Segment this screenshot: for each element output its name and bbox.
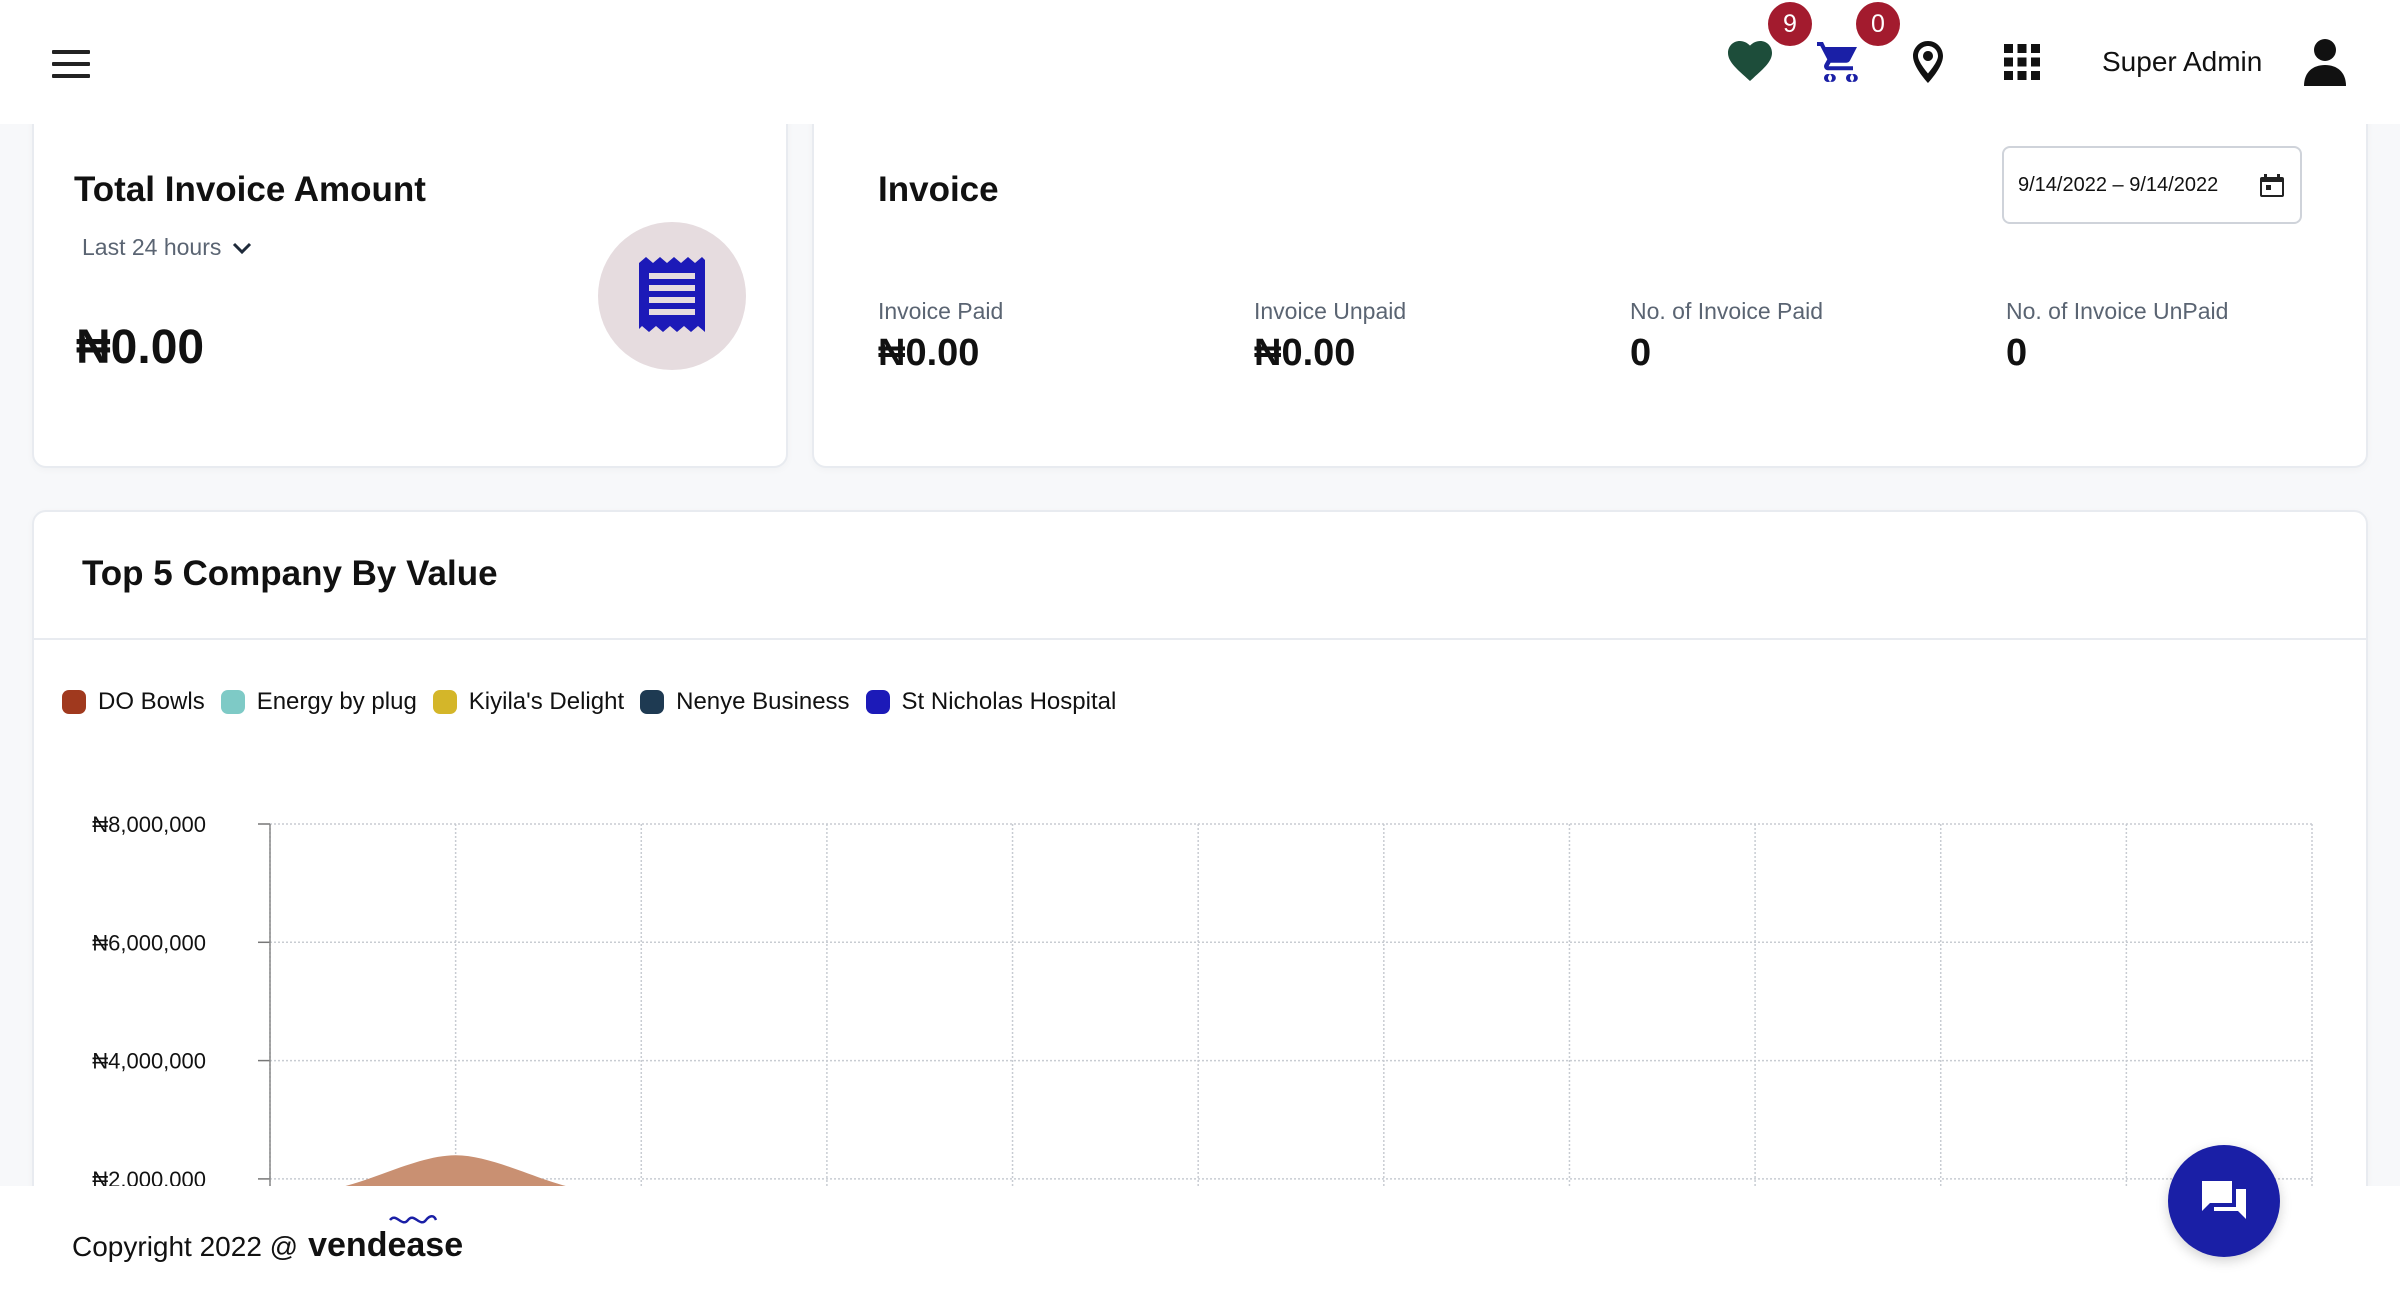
chart-legend: DO Bowls Energy by plug Kiyila's Delight… xyxy=(62,688,1116,716)
legend-swatch xyxy=(62,690,86,714)
legend-label: Nenye Business xyxy=(676,688,850,715)
user-avatar-icon[interactable] xyxy=(2300,36,2350,88)
legend-item-nenye-business[interactable]: Nenye Business xyxy=(640,688,850,716)
divider xyxy=(34,638,2366,640)
footer: Copyright 2022 @ vendease xyxy=(0,1186,2400,1298)
cart-count-badge: 0 xyxy=(1856,2,1900,46)
legend-swatch xyxy=(865,690,890,714)
brand-mark-icon xyxy=(389,1215,438,1224)
brand-name: vendease xyxy=(308,1226,464,1264)
y-tick-label: ₦6,000,000 xyxy=(92,930,206,955)
legend-item-do-bowls[interactable]: DO Bowls xyxy=(62,688,205,716)
stat-label-invoice-paid: Invoice Paid xyxy=(878,298,1004,324)
calendar-icon[interactable] xyxy=(2258,171,2286,199)
heart-icon[interactable] xyxy=(1726,38,1774,86)
hamburger-menu-icon[interactable] xyxy=(52,50,90,78)
map-pin-icon[interactable] xyxy=(1904,38,1952,86)
legend-label: DO Bowls xyxy=(98,688,205,715)
stat-value-invoice-unpaid: ₦0.00 xyxy=(1254,332,1356,374)
top-navbar: 9 0 Super Admin xyxy=(0,0,2400,124)
invoice-card: Invoice 9/14/2022 – 9/14/2022 Invoice Pa… xyxy=(812,90,2368,468)
date-range-value: 9/14/2022 – 9/14/2022 xyxy=(2018,173,2219,196)
area-series-peak xyxy=(325,1155,586,1190)
legend-label: St Nicholas Hospital xyxy=(901,688,1117,715)
stat-value-invoice-unpaid-count: 0 xyxy=(2006,332,2028,374)
legend-item-energy-by-plug[interactable]: Energy by plug xyxy=(220,688,417,716)
chevron-down-icon xyxy=(233,242,252,254)
legend-item-kiyilas-delight[interactable]: Kiyila's Delight xyxy=(432,688,625,716)
legend-swatch xyxy=(640,690,665,714)
stat-label-invoice-unpaid-count: No. of Invoice UnPaid xyxy=(2006,298,2229,324)
receipt-icon-circle xyxy=(598,222,746,370)
grid-apps-icon[interactable] xyxy=(1998,38,2046,86)
copyright-text: Copyright 2022 @ xyxy=(72,1231,299,1262)
brand-logo: vendease xyxy=(308,1215,464,1265)
chat-button[interactable] xyxy=(2168,1145,2280,1257)
stat-label-invoice-paid-count: No. of Invoice Paid xyxy=(1630,298,1824,324)
total-invoice-amount: ₦0.00 xyxy=(76,321,205,374)
stat-label-invoice-unpaid: Invoice Unpaid xyxy=(1254,298,1407,324)
y-tick-label: ₦8,000,000 xyxy=(92,812,206,837)
date-range-picker[interactable]: 9/14/2022 – 9/14/2022 xyxy=(2002,146,2302,224)
wishlist-count-badge: 9 xyxy=(1768,2,1812,46)
copyright: Copyright 2022 @ vendease xyxy=(72,1215,464,1265)
legend-item-st-nicholas-hospital[interactable]: St Nicholas Hospital xyxy=(865,688,1117,716)
period-label: Last 24 hours xyxy=(82,234,222,260)
cart-icon[interactable] xyxy=(1814,38,1862,86)
legend-label: Kiyila's Delight xyxy=(468,688,625,715)
period-dropdown[interactable]: Last 24 hours xyxy=(82,234,253,261)
chart-title: Top 5 Company By Value xyxy=(82,554,498,593)
legend-swatch xyxy=(220,690,245,714)
user-name[interactable]: Super Admin xyxy=(2102,46,2262,78)
stat-value-invoice-paid: ₦0.00 xyxy=(878,332,980,374)
total-invoice-card: Total Invoice Amount Last 24 hours ₦0.00 xyxy=(32,90,788,468)
card-title: Total Invoice Amount xyxy=(74,170,426,209)
legend-swatch xyxy=(432,690,457,714)
card-title: Invoice xyxy=(878,170,999,209)
y-tick-label: ₦4,000,000 xyxy=(92,1049,206,1074)
stat-value-invoice-paid-count: 0 xyxy=(1630,332,1652,374)
area-chart: ₦8,000,000₦6,000,000₦4,000,000₦2,000,000 xyxy=(92,812,2313,1190)
legend-label: Energy by plug xyxy=(256,688,417,715)
chat-bubble-icon xyxy=(2202,1181,2246,1219)
receipt-icon xyxy=(639,257,705,332)
